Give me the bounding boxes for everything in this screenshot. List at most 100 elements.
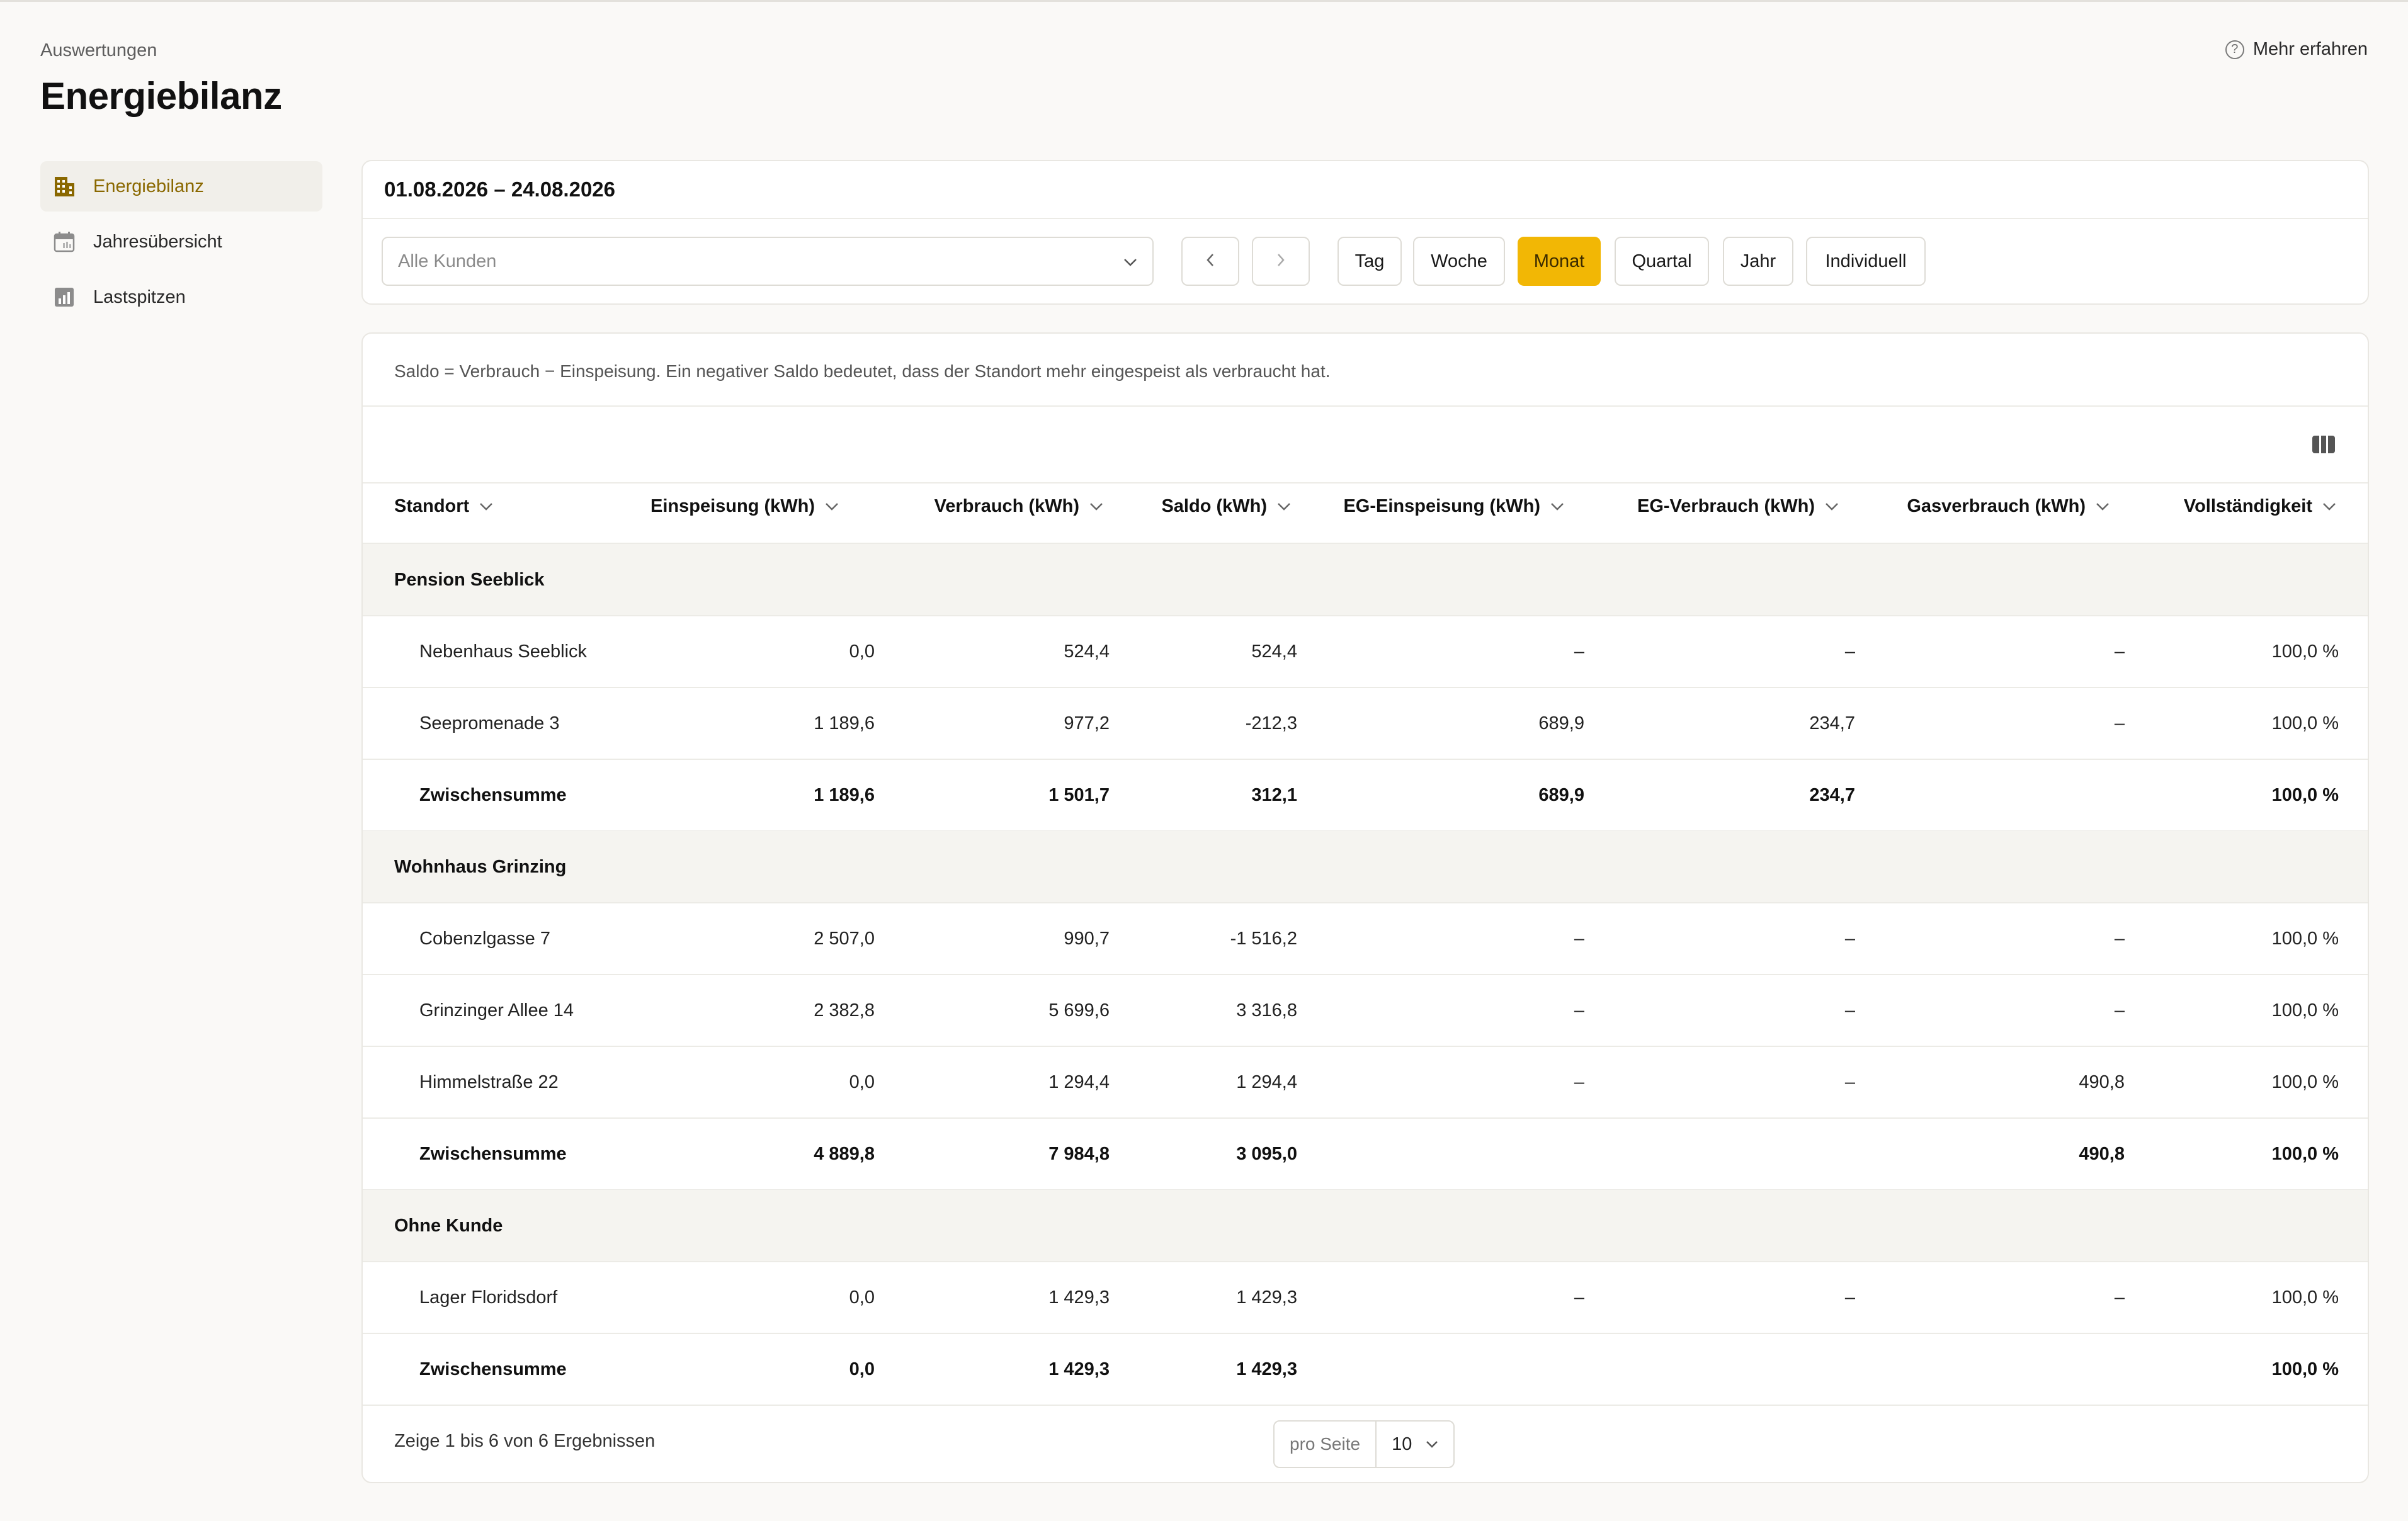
chevron-left-icon xyxy=(1206,253,1215,270)
sidebar-item-label: Jahresübersicht xyxy=(93,231,222,252)
column-header-gasverbrauch[interactable]: Gasverbrauch (kWh) xyxy=(1907,496,2110,517)
chevron-down-icon xyxy=(1426,1441,1438,1448)
cell-eg-verbrauch: – xyxy=(1844,928,1855,949)
previous-period-button[interactable] xyxy=(1181,237,1239,286)
cell-vollstaendigkeit: 100,0 % xyxy=(2271,1071,2339,1092)
calendar-icon xyxy=(53,230,76,253)
cell-vollstaendigkeit: 100,0 % xyxy=(2271,1287,2339,1308)
cell-einspeisung: 0,0 xyxy=(849,641,875,662)
subtotal-row: Zwischensumme 0,0 1 429,3 1 429,3 100,0 % xyxy=(363,1333,2368,1405)
cell-standort: Grinzinger Allee 14 xyxy=(419,1000,574,1021)
cell-verbrauch: 990,7 xyxy=(1064,928,1110,949)
learn-more-link[interactable]: ? Mehr erfahren xyxy=(2225,39,2368,60)
column-header-saldo[interactable]: Saldo (kWh) xyxy=(1161,496,1291,517)
cell-verbrauch: 977,2 xyxy=(1064,713,1110,733)
chevron-down-icon xyxy=(1278,502,1290,511)
table-row: Seepromenade 3 1 189,6 977,2 -212,3 689,9 234… xyxy=(363,687,2368,759)
chevron-down-icon xyxy=(1090,502,1103,511)
cell-eg-einspeisung: – xyxy=(1574,928,1584,949)
period-individuell-button[interactable]: Individuell xyxy=(1806,237,1926,286)
cell-gasverbrauch: 490,8 xyxy=(2079,1071,2125,1092)
column-header-standort[interactable]: Standort xyxy=(394,496,493,517)
table-row: Himmelstraße 22 0,0 1 294,4 1 294,4 – – 490,8 1… xyxy=(363,1046,2368,1118)
cell-vollstaendigkeit: 100,0 % xyxy=(2271,1000,2339,1021)
cell-eg-einspeisung: – xyxy=(1574,641,1584,662)
cell-gasverbrauch: – xyxy=(2114,1000,2125,1021)
divider xyxy=(363,218,2368,219)
cell-saldo: -1 516,2 xyxy=(1230,928,1297,949)
cell-eg-verbrauch: – xyxy=(1844,1071,1855,1092)
chevron-down-icon xyxy=(2096,502,2109,511)
cell-saldo: 1 429,3 xyxy=(1236,1287,1297,1308)
cell-saldo: 1 294,4 xyxy=(1236,1071,1297,1092)
period-quartal-button[interactable]: Quartal xyxy=(1615,237,1709,286)
cell-einspeisung: 4 889,8 xyxy=(814,1143,875,1164)
sidebar-item-label: Lastspitzen xyxy=(93,286,186,307)
sidebar: Energiebilanz Jahresübersicht Lastspitze… xyxy=(40,161,322,327)
date-range: 01.08.2026 – 24.08.2026 xyxy=(384,178,616,201)
per-page-select[interactable]: 10 xyxy=(1377,1434,1453,1455)
cell-einspeisung: 0,0 xyxy=(849,1359,875,1379)
cell-verbrauch: 1 501,7 xyxy=(1048,784,1110,805)
sidebar-item-jahresuebersicht[interactable]: Jahresübersicht xyxy=(40,217,322,267)
sidebar-item-lastspitzen[interactable]: Lastspitzen xyxy=(40,272,322,322)
customer-select[interactable]: Alle Kunden xyxy=(382,237,1154,286)
table-row: Grinzinger Allee 14 2 382,8 5 699,6 3 316,8… xyxy=(363,975,2368,1046)
subtotal-row: Zwischensumme 1 189,6 1 501,7 312,1 689,9 234… xyxy=(363,759,2368,831)
cell-verbrauch: 1 429,3 xyxy=(1048,1287,1110,1308)
cell-einspeisung: 0,0 xyxy=(849,1287,875,1308)
group-row: Wohnhaus Grinzing xyxy=(363,831,2368,903)
columns-icon xyxy=(2312,436,2335,453)
cell-saldo: 312,1 xyxy=(1251,784,1297,805)
per-page-value: 10 xyxy=(1392,1433,1412,1454)
cell-gasverbrauch: – xyxy=(2114,1287,2125,1308)
table-row: Cobenzlgasse 7 2 507,0 990,7 -1 516,2 – – – 100… xyxy=(363,903,2368,975)
chevron-down-icon xyxy=(1826,502,1838,511)
table-panel: Saldo = Verbrauch − Einspeisung. Ein neg… xyxy=(361,332,2369,1483)
cell-saldo: 1 429,3 xyxy=(1236,1359,1297,1379)
cell-standort: Lager Floridsdorf xyxy=(419,1287,558,1308)
group-row: Pension Seeblick xyxy=(363,544,2368,616)
cell-vollstaendigkeit: 100,0 % xyxy=(2271,641,2339,662)
period-monat-button[interactable]: Monat xyxy=(1518,237,1601,286)
column-header-eg-einspeisung[interactable]: EG-Einspeisung (kWh) xyxy=(1343,496,1564,517)
cell-einspeisung: 2 382,8 xyxy=(814,1000,875,1021)
cell-verbrauch: 524,4 xyxy=(1064,641,1110,662)
cell-saldo: 524,4 xyxy=(1251,641,1297,662)
cell-einspeisung: 2 507,0 xyxy=(814,928,875,949)
cell-eg-einspeisung: – xyxy=(1574,1000,1584,1021)
breadcrumb[interactable]: Auswertungen xyxy=(40,40,157,61)
results-summary: Zeige 1 bis 6 von 6 Ergebnissen xyxy=(394,1431,656,1451)
building-icon xyxy=(53,175,76,198)
cell-gasverbrauch: 490,8 xyxy=(2079,1143,2125,1164)
period-woche-button[interactable]: Woche xyxy=(1413,237,1505,286)
help-icon: ? xyxy=(2225,40,2244,59)
group-row: Ohne Kunde xyxy=(363,1190,2368,1262)
cell-eg-verbrauch: – xyxy=(1844,1287,1855,1308)
column-toggle-button[interactable] xyxy=(2311,432,2336,457)
cell-verbrauch: 7 984,8 xyxy=(1048,1143,1110,1164)
sidebar-item-energiebilanz[interactable]: Energiebilanz xyxy=(40,161,322,212)
cell-einspeisung: 0,0 xyxy=(849,1071,875,1092)
column-header-verbrauch[interactable]: Verbrauch (kWh) xyxy=(934,496,1103,517)
cell-eg-einspeisung: 689,9 xyxy=(1538,784,1584,805)
column-header-vollstaendigkeit[interactable]: Vollständigkeit xyxy=(2184,496,2336,517)
saldo-note: Saldo = Verbrauch − Einspeisung. Ein neg… xyxy=(394,361,1331,381)
cell-verbrauch: 1 294,4 xyxy=(1048,1071,1110,1092)
cell-standort: Zwischensumme xyxy=(419,1143,567,1164)
cell-standort: Cobenzlgasse 7 xyxy=(419,928,550,949)
group-name: Pension Seeblick xyxy=(394,569,545,590)
cell-eg-einspeisung: – xyxy=(1574,1287,1584,1308)
column-header-label: Vollständigkeit xyxy=(2183,496,2312,516)
column-header-eg-verbrauch[interactable]: EG-Verbrauch (kWh) xyxy=(1637,496,1839,517)
per-page-label: pro Seite xyxy=(1275,1422,1377,1467)
column-header-einspeisung[interactable]: Einspeisung (kWh) xyxy=(650,496,839,517)
cell-saldo: 3 095,0 xyxy=(1236,1143,1297,1164)
cell-saldo: 3 316,8 xyxy=(1236,1000,1297,1021)
next-period-button[interactable] xyxy=(1252,237,1310,286)
period-jahr-button[interactable]: Jahr xyxy=(1723,237,1793,286)
table-row: Lager Floridsdorf 0,0 1 429,3 1 429,3 – – – 100… xyxy=(363,1262,2368,1333)
period-tag-button[interactable]: Tag xyxy=(1337,237,1402,286)
learn-more-label: Mehr erfahren xyxy=(2252,39,2368,59)
cell-standort: Zwischensumme xyxy=(419,1359,567,1379)
